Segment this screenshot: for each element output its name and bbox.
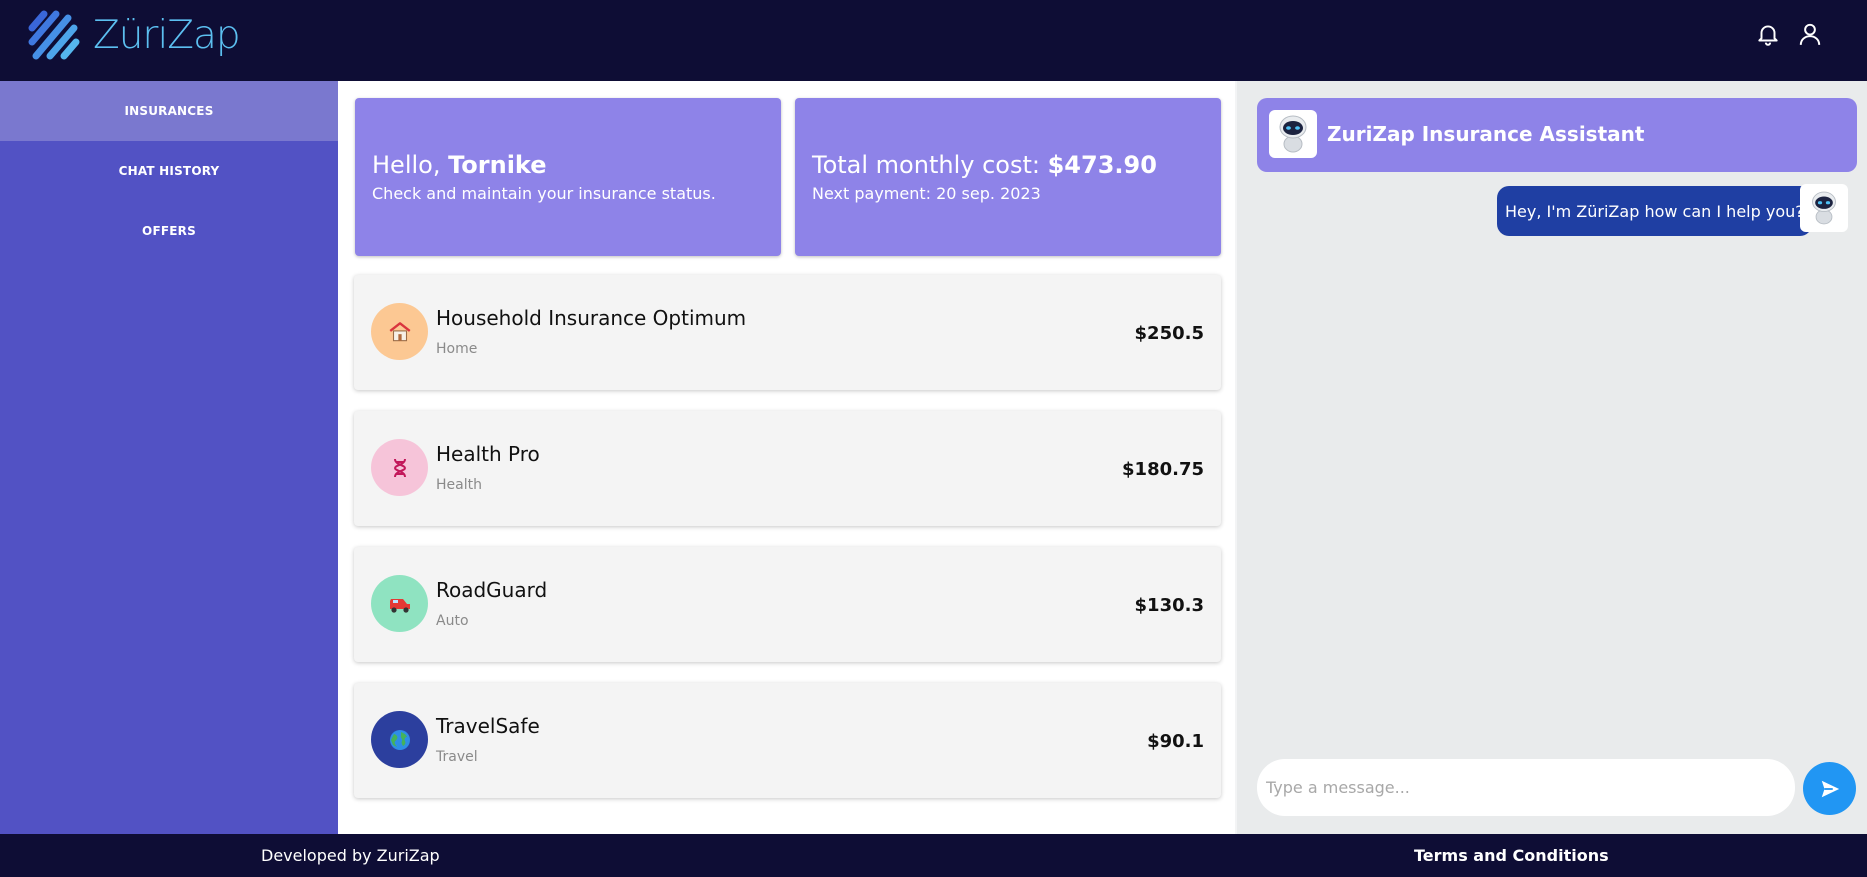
terms-link[interactable]: Terms and Conditions <box>1414 846 1609 865</box>
greeting-title: Hello, Tornike <box>372 151 547 179</box>
insurance-type: Auto <box>436 613 469 629</box>
main-content: Hello, Tornike Check and maintain your i… <box>338 81 1235 834</box>
cost-title: Total monthly cost: $473.90 <box>812 151 1157 179</box>
sidebar-item-label: OFFERS <box>142 224 196 238</box>
sidebar-item-insurances[interactable]: INSURANCES <box>0 81 338 141</box>
user-icon[interactable] <box>1797 20 1823 48</box>
greeting-subtitle: Check and maintain your insurance status… <box>372 184 716 203</box>
globe-icon <box>371 711 428 768</box>
insurance-item-health[interactable]: Health Pro Health $180.75 <box>354 411 1221 526</box>
house-icon <box>371 303 428 360</box>
cost-value: $473.90 <box>1047 151 1157 179</box>
insurance-price: $180.75 <box>1122 459 1204 480</box>
chat-panel: ZuriZap Insurance Assistant Hey, I'm Zür… <box>1235 81 1867 834</box>
insurance-type: Home <box>436 341 478 357</box>
insurance-item-household[interactable]: Household Insurance Optimum Home $250.5 <box>354 275 1221 390</box>
app-footer: Developed by ZuriZap Terms and Condition… <box>0 834 1867 877</box>
insurance-price: $250.5 <box>1134 323 1204 344</box>
insurance-name: TravelSafe <box>436 714 540 738</box>
greeting-card: Hello, Tornike Check and maintain your i… <box>355 98 781 256</box>
sidebar-item-chat-history[interactable]: CHAT HISTORY <box>0 141 338 201</box>
insurance-price: $130.3 <box>1134 595 1204 616</box>
chat-title: ZuriZap Insurance Assistant <box>1327 122 1645 146</box>
dna-icon <box>371 439 428 496</box>
footer-credit: Developed by ZuriZap <box>261 846 440 865</box>
app-header: ZüriZap <box>0 0 1867 81</box>
insurance-item-auto[interactable]: RoadGuard Auto $130.3 <box>354 547 1221 662</box>
next-payment: Next payment: 20 sep. 2023 <box>812 184 1041 203</box>
insurance-name: Household Insurance Optimum <box>436 306 747 330</box>
sidebar-item-label: CHAT HISTORY <box>118 164 220 178</box>
sidebar-item-label: INSURANCES <box>124 104 214 118</box>
robot-avatar-icon <box>1269 110 1317 158</box>
send-icon <box>1821 780 1839 797</box>
robot-avatar-icon <box>1800 184 1848 232</box>
sidebar: INSURANCES CHAT HISTORY OFFERS <box>0 81 338 834</box>
insurance-item-travel[interactable]: TravelSafe Travel $90.1 <box>354 683 1221 798</box>
car-icon <box>371 575 428 632</box>
logo[interactable]: ZüriZap <box>26 6 241 64</box>
insurance-name: RoadGuard <box>436 578 548 602</box>
chat-header: ZuriZap Insurance Assistant <box>1257 98 1857 172</box>
logo-text: ZüriZap <box>93 12 241 58</box>
user-name: Tornike <box>448 151 547 179</box>
insurance-type: Health <box>436 477 482 493</box>
cost-card: Total monthly cost: $473.90 Next payment… <box>795 98 1221 256</box>
bell-icon[interactable] <box>1755 20 1781 48</box>
logo-mark-icon <box>28 10 80 60</box>
sidebar-item-offers[interactable]: OFFERS <box>0 201 338 261</box>
insurance-type: Travel <box>436 749 478 765</box>
insurance-price: $90.1 <box>1147 731 1204 752</box>
insurance-name: Health Pro <box>436 442 540 466</box>
send-button[interactable] <box>1803 762 1856 815</box>
chat-message-bot: Hey, I'm ZüriZap how can I help you? <box>1497 186 1812 236</box>
message-input[interactable] <box>1257 759 1795 816</box>
